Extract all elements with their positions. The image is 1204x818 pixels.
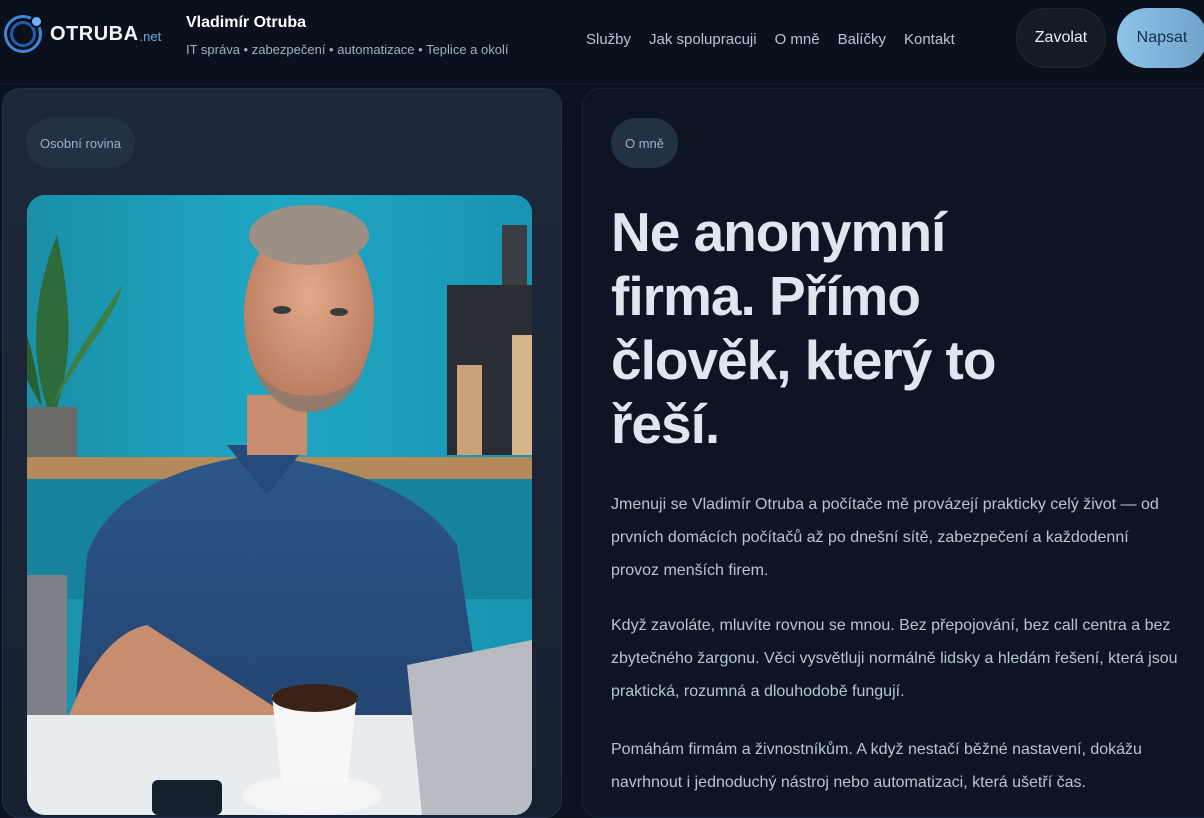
nav-item-balicky[interactable]: Balíčky: [838, 31, 886, 48]
main-nav: Služby Jak spolupracuji O mně Balíčky Ko…: [586, 31, 955, 48]
logo-mark-icon: [4, 15, 43, 53]
write-button[interactable]: Napsat: [1117, 8, 1204, 68]
about-headline: Ne anonymní firma. Přímo člověk, který t…: [611, 201, 996, 455]
brand-name: Vladimír Otruba: [186, 14, 307, 31]
nav-item-spoluprace[interactable]: Jak spolupracuji: [649, 31, 757, 48]
logo-suffix: .net: [139, 28, 162, 44]
about-paragraph-2: Když zavoláte, mluvíte rovnou se mnou. B…: [611, 617, 1178, 700]
about-paragraph-3: Pomáhám firmám a živnostníkům. A když ne…: [611, 741, 1142, 791]
brand-tagline: IT správa • zabezpečení • automatizace •…: [186, 42, 509, 57]
logo-text: OTRUBA: [50, 22, 139, 45]
personal-pill: Osobní rovina: [26, 118, 135, 168]
nav-item-o-mne[interactable]: O mně: [775, 31, 820, 48]
logo[interactable]: OTRUBA .net: [4, 14, 161, 54]
about-pill: O mně: [611, 118, 679, 168]
portrait-photo: [27, 195, 532, 815]
call-button[interactable]: Zavolat: [1016, 8, 1106, 68]
about-paragraph-1: Jmenuji se Vladimír Otruba a počítače mě…: [611, 496, 1159, 579]
nav-item-sluzby[interactable]: Služby: [586, 31, 631, 48]
brand-block: Vladimír Otruba IT správa • zabezpečení …: [186, 14, 508, 57]
site-header: OTRUBA .net Vladimír Otruba IT správa • …: [0, 0, 1204, 84]
nav-item-kontakt[interactable]: Kontakt: [904, 31, 955, 48]
